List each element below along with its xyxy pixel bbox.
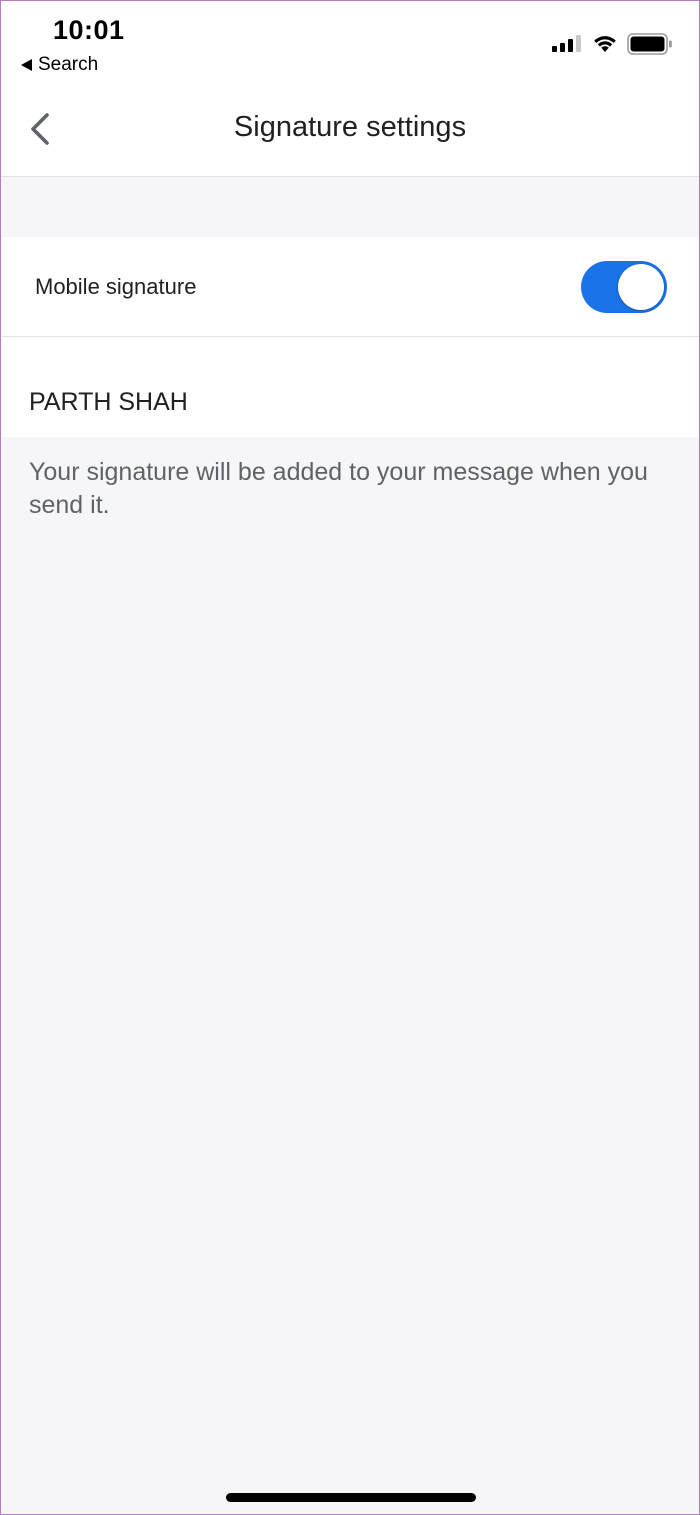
navigation-header: Signature settings	[1, 85, 699, 177]
return-to-app-link[interactable]: Search	[21, 54, 98, 76]
signature-text-field[interactable]	[29, 337, 669, 437]
battery-icon	[627, 33, 672, 55]
wifi-icon	[594, 36, 616, 52]
mobile-signature-toggle[interactable]	[581, 261, 667, 313]
status-bar: 10:01 Search	[1, 1, 699, 85]
back-triangle-icon	[21, 59, 32, 71]
mobile-signature-label: Mobile signature	[35, 274, 197, 299]
return-to-app-label: Search	[38, 54, 99, 75]
screen: 10:01 Search Signature settings Mobile s…	[0, 0, 700, 1515]
mobile-signature-row: Mobile signature	[1, 237, 699, 337]
toggle-knob	[618, 264, 664, 310]
signature-settings-group: Mobile signature	[1, 237, 699, 437]
cellular-signal-icon	[552, 35, 581, 52]
signature-helper-text: Your signature will be added to your mes…	[29, 458, 648, 519]
home-indicator[interactable]	[226, 1493, 476, 1502]
signature-row	[1, 337, 699, 437]
status-time: 10:01	[53, 15, 125, 45]
page-title: Signature settings	[233, 111, 467, 143]
